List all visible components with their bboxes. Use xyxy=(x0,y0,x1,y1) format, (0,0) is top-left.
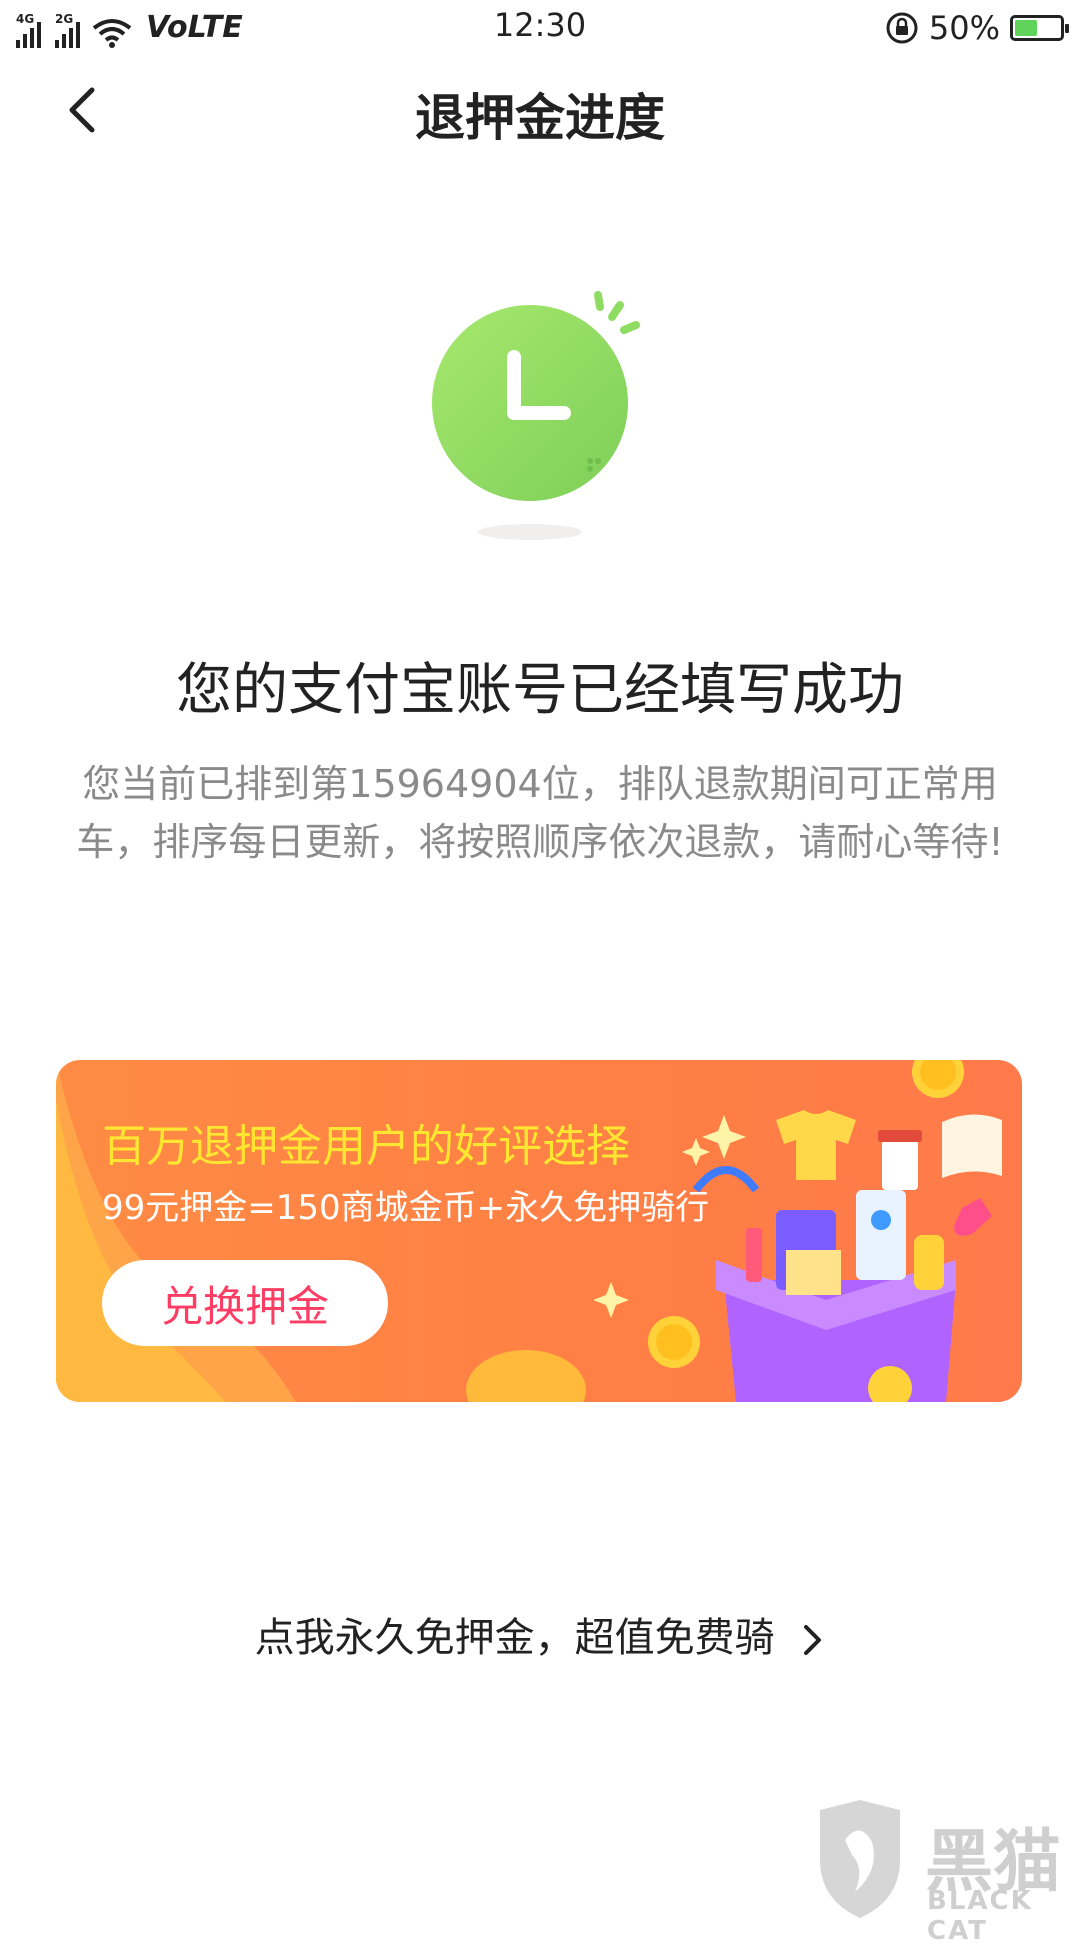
promo-banner[interactable]: 百万退押金用户的好评选择 99元押金=150商城金币+永久免押骑行 兑换押金 xyxy=(56,1060,1022,1402)
cat-shield-icon xyxy=(820,1800,900,1918)
success-title: 您的支付宝账号已经填写成功 xyxy=(176,658,904,723)
nav-header: 退押金进度 xyxy=(0,56,1080,166)
clock-illustration-icon xyxy=(432,291,640,540)
queue-description: 您当前已排到第15964904位，排队退款期间可正常用车，排序每日更新，将按照顺… xyxy=(76,762,1004,864)
rotation-lock-icon xyxy=(886,12,918,44)
battery-percent: 50% xyxy=(928,9,1000,47)
banner-subtitle: 99元押金=150商城金币+永久免押骑行 xyxy=(102,1188,710,1228)
exchange-deposit-button[interactable]: 兑换押金 xyxy=(102,1260,388,1346)
status-right: 50% xyxy=(885,8,1069,48)
banner-title: 百万退押金用户的好评选择 xyxy=(102,1121,630,1172)
black-cat-watermark: 黑猫 BLACK CAT xyxy=(810,1800,1080,1946)
free-ride-link[interactable]: 点我永久免押金，超值免费骑 xyxy=(0,1605,1080,1663)
page-title: 退押金进度 xyxy=(415,89,665,147)
chevron-right-icon xyxy=(804,1625,822,1655)
battery-icon xyxy=(1010,15,1069,41)
watermark-subtext: BLACK CAT xyxy=(927,1886,1033,1946)
free-ride-link-label: 点我永久免押金，超值免费骑 xyxy=(254,1615,775,1661)
status-bar: 4G 2G VoLTE 12:30 50% xyxy=(0,0,1080,56)
